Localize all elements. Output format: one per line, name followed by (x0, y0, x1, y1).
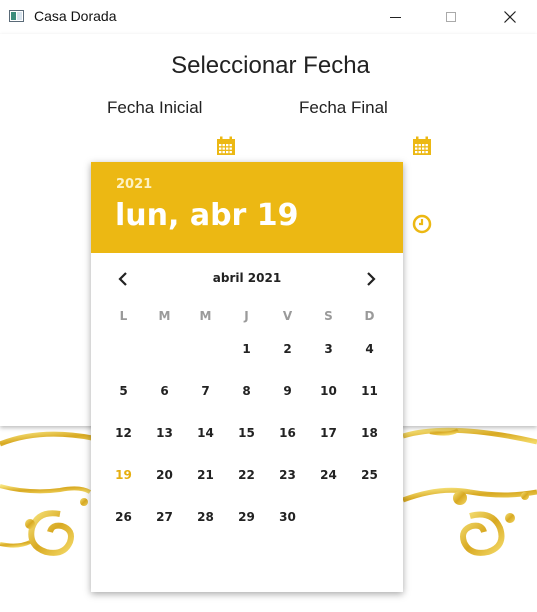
calendar-empty-cell (349, 496, 390, 538)
calendar-day-selected[interactable]: 19 (103, 454, 144, 496)
weekday-header: L (119, 309, 128, 323)
date-picker-header: 2021 lun, abr 19 (91, 162, 403, 253)
calendar-day[interactable]: 30 (267, 496, 308, 538)
calendar-day[interactable]: 18 (349, 412, 390, 454)
calendar-day[interactable]: 23 (267, 454, 308, 496)
weekday-header: V (282, 309, 293, 323)
calendar-day[interactable]: 15 (226, 412, 267, 454)
calendar-day[interactable]: 3 (308, 328, 349, 370)
calendar-day[interactable]: 8 (226, 370, 267, 412)
title-bar: Casa Dorada (0, 0, 537, 34)
window-title: Casa Dorada (34, 8, 117, 24)
weekday-header: M (158, 309, 171, 323)
calendar-day[interactable]: 27 (144, 496, 185, 538)
calendar-day[interactable]: 20 (144, 454, 185, 496)
calendar-icon[interactable] (412, 136, 432, 156)
month-year-label: abril 2021 (212, 271, 282, 285)
weekday-header: D (364, 309, 375, 323)
picker-year[interactable]: 2021 (116, 177, 152, 192)
chevron-right-icon[interactable] (361, 270, 379, 288)
calendar-empty-cell (308, 496, 349, 538)
close-icon (504, 11, 516, 23)
calendar-day[interactable]: 5 (103, 370, 144, 412)
close-button[interactable] (487, 0, 533, 34)
calendar-day[interactable]: 14 (185, 412, 226, 454)
calendar-day[interactable]: 12 (103, 412, 144, 454)
calendar-day[interactable]: 4 (349, 328, 390, 370)
maximize-icon (446, 12, 456, 22)
calendar-day[interactable]: 28 (185, 496, 226, 538)
start-date-label: Fecha Inicial (107, 98, 203, 117)
minimize-button[interactable] (372, 0, 418, 34)
calendar-day[interactable]: 11 (349, 370, 390, 412)
calendar-day[interactable]: 6 (144, 370, 185, 412)
calendar-day[interactable]: 13 (144, 412, 185, 454)
picker-selected-date: lun, abr 19 (115, 198, 299, 233)
app-window-icon (9, 10, 24, 22)
date-picker-popup: 2021 lun, abr 19 abril 2021 LMMJVSD12345… (91, 162, 403, 592)
minimize-icon (389, 16, 401, 18)
calendar-day[interactable]: 22 (226, 454, 267, 496)
calendar-empty-cell (103, 328, 144, 370)
calendar-day[interactable]: 9 (267, 370, 308, 412)
page-title: Seleccionar Fecha (171, 52, 370, 79)
calendar-day[interactable]: 10 (308, 370, 349, 412)
calendar-empty-cell (185, 328, 226, 370)
calendar-day[interactable]: 26 (103, 496, 144, 538)
calendar-empty-cell (144, 328, 185, 370)
calendar-day[interactable]: 24 (308, 454, 349, 496)
clock-icon[interactable] (412, 214, 432, 234)
weekday-header: M (199, 309, 212, 323)
calendar-day[interactable]: 29 (226, 496, 267, 538)
end-date-label: Fecha Final (299, 98, 388, 117)
calendar-day[interactable]: 1 (226, 328, 267, 370)
weekday-header: S (324, 309, 333, 323)
calendar-day[interactable]: 2 (267, 328, 308, 370)
calendar-day[interactable]: 21 (185, 454, 226, 496)
calendar-icon[interactable] (216, 136, 236, 156)
calendar-day[interactable]: 7 (185, 370, 226, 412)
calendar-day[interactable]: 25 (349, 454, 390, 496)
calendar-day[interactable]: 17 (308, 412, 349, 454)
maximize-button[interactable] (428, 0, 474, 34)
calendar-day[interactable]: 16 (267, 412, 308, 454)
calendar-grid: L M M J V S D 1 2 3 4 5 6 7 8 9 10 11 12 13 14 15 16 17 18 19 20 21… (103, 304, 390, 538)
weekday-header: J (244, 309, 249, 323)
